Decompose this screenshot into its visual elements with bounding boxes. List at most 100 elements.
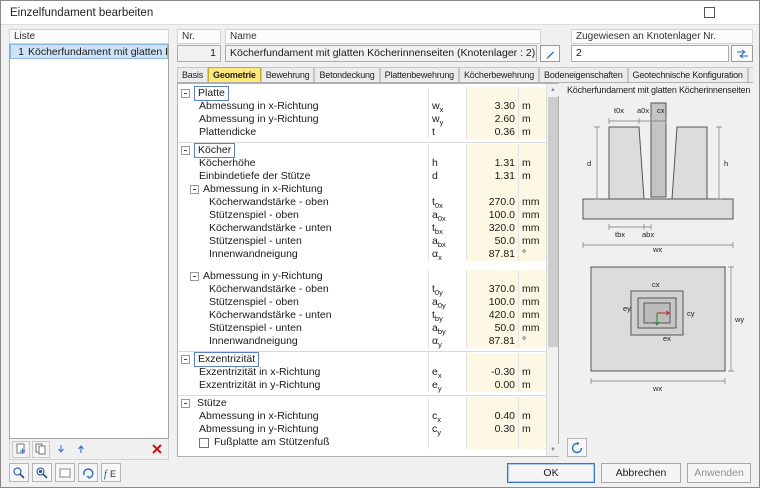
collapse-icon[interactable]: [181, 355, 190, 364]
collapse-icon[interactable]: [181, 89, 190, 98]
row-unit: °: [518, 248, 546, 261]
row-value[interactable]: 0.30: [466, 423, 518, 436]
tab-betonkonfiguration[interactable]: Betonkonfiguration: [748, 67, 753, 82]
table-row: Köcherwandstärke - obent0x270.0mm: [178, 196, 546, 209]
tab-geometrie[interactable]: Geometrie: [208, 67, 261, 82]
table-scrollbar[interactable]: ▲ ▼: [546, 84, 558, 456]
new-page-icon: [15, 443, 27, 455]
row-value[interactable]: 420.0: [466, 309, 518, 322]
nr-field: 1: [177, 45, 221, 62]
tab-basis[interactable]: Basis: [177, 67, 208, 82]
row-label-text: Köcherwandstärke - oben: [209, 283, 329, 296]
zoom-all-button[interactable]: [32, 463, 52, 482]
move-up-button[interactable]: [72, 441, 90, 458]
table-row: Köcherhöheh1.31m: [178, 157, 546, 170]
row-unit: [518, 144, 546, 157]
float-window-icon[interactable]: [704, 7, 715, 18]
row-gap: [178, 261, 546, 270]
zoom-selected-button[interactable]: [9, 463, 29, 482]
dim-wx: wx: [652, 245, 662, 253]
footplate-checkbox[interactable]: [199, 438, 209, 448]
row-value[interactable]: 50.0: [466, 322, 518, 335]
dim-tbx: tbx: [615, 230, 625, 239]
list-item[interactable]: 1Köcherfundament mit glatten Köcherinnen…: [10, 44, 168, 59]
name-field[interactable]: Köcherfundament mit glatten Köcherinnens…: [225, 45, 537, 62]
rotate-view-button[interactable]: [78, 463, 98, 482]
row-unit: mm: [518, 296, 546, 309]
row-value[interactable]: 50.0: [466, 235, 518, 248]
assigned-field[interactable]: 2: [571, 45, 729, 62]
edit-name-button[interactable]: [540, 45, 560, 62]
dim-t0x: t0x: [614, 106, 624, 115]
row-unit: m: [518, 410, 546, 423]
row-value[interactable]: 370.0: [466, 283, 518, 296]
tab-plattenbewehrung[interactable]: Plattenbewehrung: [380, 67, 459, 82]
tab-k-cherbewehrung[interactable]: Köcherbewehrung: [459, 67, 539, 82]
row-label-text: Stützenspiel - unten: [209, 322, 302, 335]
scroll-down-icon[interactable]: ▼: [547, 444, 559, 456]
row-value[interactable]: 87.81: [466, 248, 518, 261]
group-label: Abmessung in x-Richtung: [203, 183, 323, 196]
table-row: Köcherwandstärke - obent0y370.0mm: [178, 283, 546, 296]
refresh-icon: [570, 441, 584, 455]
section-title: Exzentrizität: [194, 352, 259, 367]
select-nodal-support-button[interactable]: [731, 45, 753, 62]
row-label: Stützenspiel - oben: [178, 296, 428, 309]
collapse-icon[interactable]: [190, 272, 199, 281]
tab-bodeneigenschaften[interactable]: Bodeneigenschaften: [539, 67, 627, 82]
numbering-button[interactable]: fE: [101, 463, 121, 482]
selection-mode-button[interactable]: [55, 463, 75, 482]
cancel-button[interactable]: Abbrechen: [601, 463, 681, 483]
row-value[interactable]: 320.0: [466, 222, 518, 235]
row-value[interactable]: 3.30: [466, 100, 518, 113]
row-symbol: d: [428, 170, 466, 183]
move-down-button[interactable]: [52, 441, 70, 458]
row-label: Innenwandneigung: [178, 335, 428, 348]
row-label-text: Stützenspiel - oben: [209, 209, 299, 222]
title-bar[interactable]: Einzelfundament bearbeiten: [1, 1, 759, 25]
row-value[interactable]: 0.36: [466, 126, 518, 139]
collapse-icon[interactable]: [190, 185, 199, 194]
foundation-list[interactable]: 1Köcherfundament mit glatten Köcherinnen…: [9, 44, 169, 439]
tab-betondeckung[interactable]: Betondeckung: [314, 67, 379, 82]
row-unit: [518, 436, 546, 449]
row-label: Fußplatte am Stützenfuß: [178, 436, 428, 449]
tab-bewehrung[interactable]: Bewehrung: [261, 67, 315, 82]
pick-arrows-icon: [736, 48, 749, 60]
row-unit: m: [518, 126, 546, 139]
new-item-button[interactable]: [12, 441, 30, 458]
row-value[interactable]: 100.0: [466, 209, 518, 222]
dim-plan-ey: ey: [623, 304, 631, 313]
row-value[interactable]: 1.31: [466, 170, 518, 183]
scrollbar-thumb[interactable]: [548, 97, 558, 347]
group-row: Abmessung in y-Richtung: [178, 270, 546, 283]
row-unit: m: [518, 100, 546, 113]
row-symbol: a0y: [428, 296, 466, 309]
row-value[interactable]: 2.60: [466, 113, 518, 126]
row-value[interactable]: 87.81: [466, 335, 518, 348]
section-header: Stütze: [178, 397, 546, 410]
refresh-preview-button[interactable]: [567, 438, 587, 457]
collapse-icon[interactable]: [181, 146, 190, 155]
tab-geotechnische-konfiguration[interactable]: Geotechnische Konfiguration: [628, 67, 748, 82]
apply-button[interactable]: Anwenden: [687, 463, 751, 483]
row-unit: [518, 397, 546, 410]
row-value[interactable]: 0.00: [466, 379, 518, 392]
collapse-icon[interactable]: [181, 399, 190, 408]
row-symbol: [428, 397, 466, 410]
delete-item-button[interactable]: [148, 441, 166, 458]
row-value[interactable]: -0.30: [466, 366, 518, 379]
section-header: Köcher: [178, 144, 546, 157]
ok-button[interactable]: OK: [507, 463, 595, 483]
group-row: Abmessung in x-Richtung: [178, 183, 546, 196]
row-value[interactable]: 100.0: [466, 296, 518, 309]
row-value[interactable]: 270.0: [466, 196, 518, 209]
copy-item-button[interactable]: [32, 441, 50, 458]
row-label: Köcherhöhe: [178, 157, 428, 170]
dim-plan-ex: ex: [663, 334, 671, 343]
row-value[interactable]: 0.40: [466, 410, 518, 423]
row-symbol: a0x: [428, 209, 466, 222]
table-row: Stützenspiel - untenabx50.0mm: [178, 235, 546, 248]
row-value[interactable]: 1.31: [466, 157, 518, 170]
scroll-up-icon[interactable]: ▲: [547, 84, 559, 96]
